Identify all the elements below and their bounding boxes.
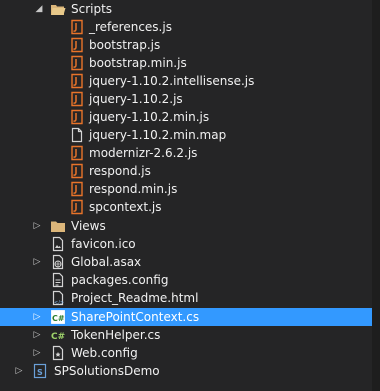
tree-item-label: modernizr-2.6.2.js — [89, 146, 198, 160]
tree-item-label: TokenHelper.cs — [71, 328, 161, 342]
folder-icon — [51, 221, 65, 232]
tree-item-token-helper[interactable]: ▷ C# TokenHelper.cs — [0, 326, 372, 344]
tree-item-script-file[interactable]: jquery-1.10.2.min.js — [0, 108, 372, 126]
tree-item-label: bootstrap.min.js — [89, 56, 187, 70]
tree-item-script-file[interactable]: bootstrap.min.js — [0, 54, 372, 72]
tree-item-label: jquery-1.10.2.min.js — [89, 110, 210, 124]
tree-item-script-file[interactable]: respond.min.js — [0, 180, 372, 198]
js-file-icon — [71, 19, 83, 35]
tree-item-label: Scripts — [71, 2, 113, 16]
collapsed-arrow-icon[interactable]: ▷ — [31, 253, 43, 271]
tree-item-web-config[interactable]: ▷ Web.config — [0, 344, 372, 362]
collapsed-arrow-icon[interactable]: ▷ — [31, 344, 43, 362]
js-file-icon — [71, 145, 83, 161]
tree-item-label: Project_Readme.html — [71, 291, 199, 305]
collapsed-arrow-icon[interactable]: ▷ — [31, 326, 43, 344]
tree-item-map-file[interactable]: jquery-1.10.2.min.map — [0, 126, 372, 144]
js-file-icon — [71, 199, 83, 215]
js-file-icon — [71, 55, 83, 71]
tree-item-label: favicon.ico — [71, 237, 136, 251]
expanded-arrow-icon[interactable]: ◢ — [33, 0, 45, 18]
tree-item-script-file[interactable]: _references.js — [0, 18, 372, 36]
tree-item-global-asax[interactable]: ▷ Global.asax — [0, 253, 372, 271]
open-folder-icon — [51, 5, 66, 15]
tree-item-sharepoint-context[interactable]: ▷ C# SharePointContext.cs — [0, 308, 372, 326]
vertical-scrollbar[interactable] — [372, 0, 380, 391]
tree-item-favicon[interactable]: favicon.ico — [0, 235, 372, 253]
tree-item-script-file[interactable]: spcontext.js — [0, 198, 372, 216]
config-file-icon — [52, 272, 64, 288]
svg-text:S: S — [37, 368, 43, 377]
tree-item-label: Views — [71, 219, 106, 233]
tree-item-scripts-folder[interactable]: ◢ Scripts — [0, 0, 372, 18]
collapsed-arrow-icon[interactable]: ▷ — [13, 362, 25, 380]
tree-item-script-file[interactable]: jquery-1.10.2.intellisense.js — [0, 72, 372, 90]
tree-item-views-folder[interactable]: ▷ Views — [0, 217, 372, 235]
global-file-icon — [52, 254, 64, 270]
js-file-icon — [71, 73, 83, 89]
svg-text:C#: C# — [51, 332, 65, 342]
tree-item-label: jquery-1.10.2.intellisense.js — [89, 74, 255, 88]
collapsed-arrow-icon[interactable]: ▷ — [31, 308, 43, 326]
html-file-icon: </> — [52, 290, 64, 306]
js-file-icon — [71, 181, 83, 197]
tree-item-label: spcontext.js — [89, 200, 162, 214]
web-config-icon — [52, 345, 64, 361]
csharp-file-icon: C# — [51, 332, 65, 342]
tree-item-readme[interactable]: </> Project_Readme.html — [0, 289, 372, 307]
tree-item-label: jquery-1.10.2.js — [89, 92, 183, 106]
sharepoint-project-icon: S — [33, 363, 47, 379]
tree-item-script-file[interactable]: modernizr-2.6.2.js — [0, 144, 372, 162]
tree-item-project[interactable]: ▷ S SPSolutionsDemo — [0, 362, 372, 380]
tree-item-label: SharePointContext.cs — [71, 310, 200, 324]
tree-item-label: bootstrap.js — [89, 38, 161, 52]
csharp-file-icon: C# — [51, 310, 65, 324]
tree-item-script-file[interactable]: bootstrap.js — [0, 36, 372, 54]
tree-item-label: packages.config — [71, 273, 169, 287]
tree-item-packages-config[interactable]: packages.config — [0, 271, 372, 289]
generic-file-icon — [71, 127, 83, 143]
js-file-icon — [71, 163, 83, 179]
tree-item-label: SPSolutionsDemo — [54, 364, 160, 378]
js-file-icon — [71, 109, 83, 125]
js-file-icon — [71, 37, 83, 53]
js-file-icon — [71, 91, 83, 107]
svg-text:</>: </> — [54, 300, 64, 306]
tree-item-script-file[interactable]: respond.js — [0, 162, 372, 180]
solution-explorer-tree: ◢ Scripts _references.js bootstrap.js bo… — [0, 0, 372, 391]
tree-item-label: respond.min.js — [89, 182, 178, 196]
svg-text:C#: C# — [52, 314, 65, 323]
tree-item-label: jquery-1.10.2.min.map — [89, 128, 227, 142]
tree-item-script-file[interactable]: jquery-1.10.2.js — [0, 90, 372, 108]
tree-item-label: Global.asax — [71, 255, 142, 269]
tree-item-label: _references.js — [89, 20, 172, 34]
scrollbar-thumb[interactable] — [373, 0, 379, 391]
tree-item-label: Web.config — [71, 346, 138, 360]
tree-item-label: respond.js — [89, 164, 151, 178]
collapsed-arrow-icon[interactable]: ▷ — [31, 217, 43, 235]
image-file-icon — [52, 236, 64, 252]
